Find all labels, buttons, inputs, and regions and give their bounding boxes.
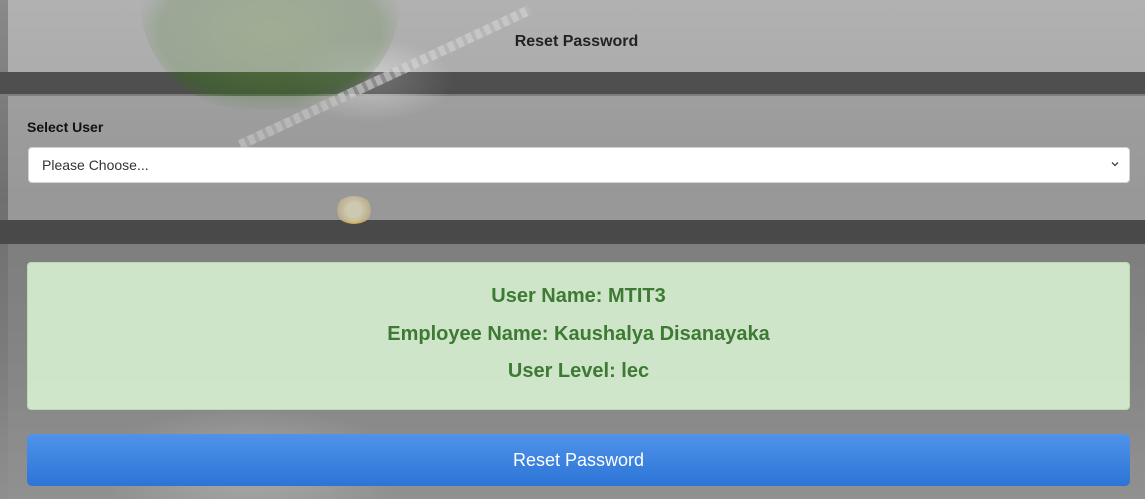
- select-user-dropdown[interactable]: Please Choose...: [28, 147, 1130, 183]
- user-name-text: User Name: MTIT3: [491, 285, 666, 307]
- header-panel: Reset Password: [8, 0, 1145, 72]
- user-info-alert: User Name: MTIT3 Employee Name: Kaushaly…: [27, 262, 1130, 410]
- select-user-value: Please Choose...: [42, 157, 149, 173]
- chevron-down-icon: [1111, 162, 1119, 167]
- user-info-section: User Name: MTIT3 Employee Name: Kaushaly…: [8, 244, 1145, 499]
- select-user-panel: Select User Please Choose...: [8, 96, 1145, 220]
- select-user-label: Select User: [27, 119, 104, 135]
- user-level-text: User Level: lec: [507, 360, 650, 382]
- page-title: Reset Password: [514, 33, 639, 50]
- reset-password-button[interactable]: Reset Password: [27, 434, 1130, 486]
- page: Reset Password Select User Please Choose…: [0, 0, 1145, 499]
- background-stripe: [0, 220, 1145, 244]
- employee-name-text: Employee Name: Kaushalya Disanayaka: [387, 323, 770, 345]
